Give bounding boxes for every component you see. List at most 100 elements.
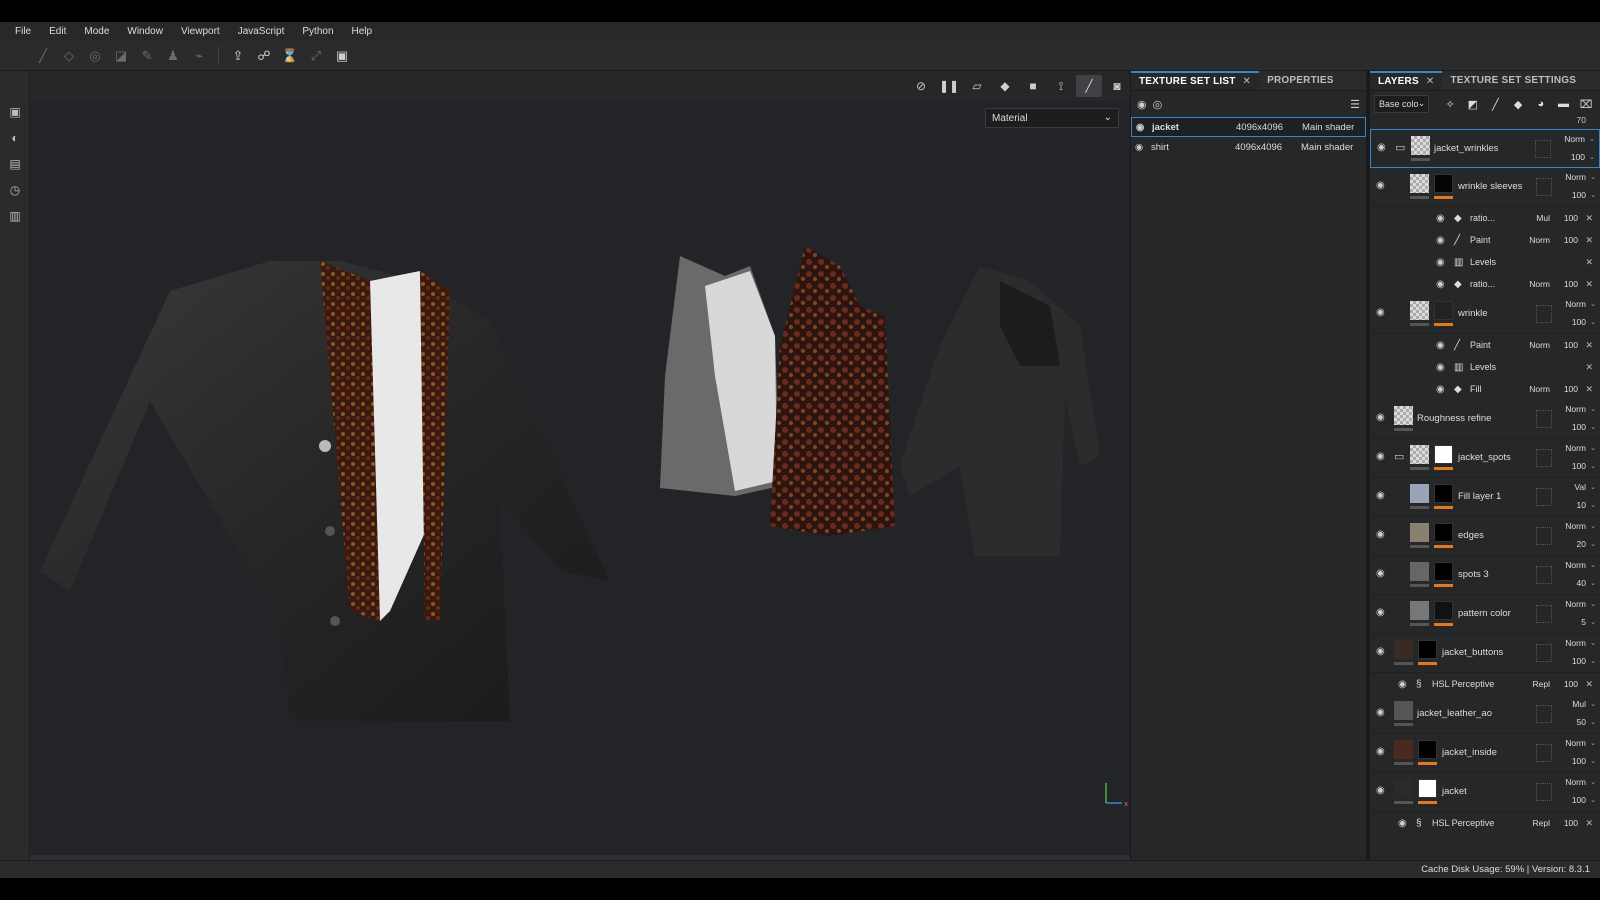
layer-row[interactable]: ◉ spots 3 Norm ⌄ 40 ⌄ xyxy=(1370,556,1600,595)
menu-item-javascript[interactable]: JavaScript xyxy=(229,26,294,37)
mask-thumbnail[interactable] xyxy=(1434,601,1453,620)
effect-opacity[interactable]: 100 xyxy=(1564,340,1578,350)
menu-item-python[interactable]: Python xyxy=(293,26,342,37)
layer-blend-mode[interactable]: Val xyxy=(1574,482,1586,492)
mask-thumbnail[interactable] xyxy=(1418,740,1437,759)
iray-icon[interactable]: ⤢ xyxy=(303,45,329,67)
eye-icon[interactable]: ◎ xyxy=(1153,98,1163,111)
close-icon[interactable]: ✕ xyxy=(1585,235,1593,246)
eye-icon[interactable]: ◉ xyxy=(1436,279,1445,290)
eye-icon[interactable]: ◉ xyxy=(1376,707,1385,718)
layer-blend-mode[interactable]: Norm xyxy=(1565,599,1586,609)
history-icon[interactable]: ◷ xyxy=(0,177,30,203)
shirt-model[interactable] xyxy=(655,256,785,506)
cube-icon[interactable]: ◆ xyxy=(992,75,1018,97)
layer-opacity[interactable]: 100 xyxy=(1572,190,1586,200)
effect-opacity[interactable]: 100 xyxy=(1564,235,1578,245)
tab-properties[interactable]: PROPERTIES xyxy=(1259,71,1341,90)
effect-row[interactable]: ◉ § HSL Perceptive Repl 100 ✕ xyxy=(1370,673,1600,695)
effect-opacity[interactable]: 100 xyxy=(1564,679,1578,689)
hide-icon[interactable]: ⊘ xyxy=(908,75,934,97)
eye-icon[interactable]: ◉ xyxy=(1376,785,1385,796)
layer-row[interactable]: ◉ edges Norm ⌄ 20 ⌄ xyxy=(1370,517,1600,556)
eye-icon[interactable]: ◉ xyxy=(1398,818,1407,829)
mask-thumbnail[interactable] xyxy=(1434,562,1453,581)
effect-opacity[interactable]: 100 xyxy=(1564,279,1578,289)
close-icon[interactable]: ✕ xyxy=(1585,679,1593,690)
menu-item-mode[interactable]: Mode xyxy=(75,26,118,37)
menu-icon[interactable]: ☰ xyxy=(1350,98,1360,111)
layer-opacity[interactable]: 10 xyxy=(1577,500,1586,510)
layer-opacity[interactable]: 40 xyxy=(1577,578,1586,588)
layer-blend-mode[interactable]: Norm xyxy=(1564,134,1585,144)
eye-icon[interactable]: ◉ xyxy=(1376,529,1385,540)
eye-icon[interactable]: ◉ xyxy=(1436,384,1445,395)
mask-thumbnail[interactable] xyxy=(1418,640,1437,659)
effect-blend-mode[interactable]: Norm xyxy=(1529,340,1550,350)
layer-opacity[interactable]: 5 xyxy=(1581,617,1586,627)
layer-row[interactable]: ◉ pattern color Norm ⌄ 5 ⌄ xyxy=(1370,595,1600,634)
viewport-mode-select[interactable]: Material ⌄ xyxy=(985,108,1119,128)
screenshot-icon[interactable]: ◙ xyxy=(1104,75,1130,97)
assets-icon[interactable]: ▤ xyxy=(0,151,30,177)
jacket-model[interactable] xyxy=(40,201,620,721)
effect-row[interactable]: ◉ ◆ Fill Norm 100 ✕ xyxy=(1370,378,1600,400)
layer-opacity[interactable]: 100 xyxy=(1571,152,1585,162)
effect-blend-mode[interactable]: Repl xyxy=(1533,818,1550,828)
smudge-icon[interactable]: ✎ xyxy=(134,45,160,67)
channel-select[interactable]: Base colo ⌄ xyxy=(1374,95,1430,113)
vest-model[interactable] xyxy=(770,246,900,546)
layer-blend-mode[interactable]: Norm xyxy=(1565,443,1586,453)
effect-row[interactable]: ◉ ╱ Paint Norm 100 ✕ xyxy=(1370,229,1600,251)
texture-set-shader[interactable]: Main shader xyxy=(1301,142,1353,153)
mask-thumbnail[interactable] xyxy=(1418,779,1437,798)
menu-item-window[interactable]: Window xyxy=(118,26,172,37)
layer-row[interactable]: ◉ wrinkle Norm ⌄ 100 ⌄ xyxy=(1370,295,1600,334)
display-settings-icon[interactable]: ▣ xyxy=(0,99,30,125)
export-icon[interactable]: ⇪ xyxy=(225,45,251,67)
polygon-fill-icon[interactable]: ◪ xyxy=(108,45,134,67)
effect-opacity[interactable]: 100 xyxy=(1564,384,1578,394)
effect-row[interactable]: ◉ ◆ ratio... Norm 100 ✕ xyxy=(1370,273,1600,295)
eye-icon[interactable]: ◉ xyxy=(1136,122,1152,133)
layer-opacity[interactable]: 20 xyxy=(1577,539,1586,549)
tab-layers[interactable]: LAYERS ✕ xyxy=(1370,71,1443,90)
menu-item-file[interactable]: File xyxy=(6,26,40,37)
layer-row[interactable]: ◉ jacket_buttons Norm ⌄ 100 ⌄ xyxy=(1370,634,1600,673)
mask-thumbnail[interactable] xyxy=(1434,445,1453,464)
log-icon[interactable]: ▥ xyxy=(0,203,30,229)
effect-blend-mode[interactable]: Norm xyxy=(1529,279,1550,289)
layer-opacity[interactable]: 50 xyxy=(1577,717,1586,727)
eye-icon[interactable]: ◉ xyxy=(1376,412,1385,423)
add-smart-material-icon[interactable]: ◕ xyxy=(1531,94,1551,114)
mask-thumbnail[interactable] xyxy=(1434,301,1453,320)
close-icon[interactable]: ✕ xyxy=(1585,384,1593,395)
layer-blend-mode[interactable]: Norm xyxy=(1565,299,1586,309)
layer-opacity[interactable]: 100 xyxy=(1572,656,1586,666)
frame-icon[interactable]: ▱ xyxy=(964,75,990,97)
eye-icon[interactable]: ◉ xyxy=(1376,451,1385,462)
close-icon[interactable]: ✕ xyxy=(1585,818,1593,829)
layer-row[interactable]: ◉ jacket_inside Norm ⌄ 100 ⌄ xyxy=(1370,734,1600,773)
effect-blend-mode[interactable]: Mul xyxy=(1536,213,1550,223)
eye-icon[interactable]: ◉ xyxy=(1377,142,1386,153)
eye-icon[interactable]: ◉ xyxy=(1436,213,1445,224)
layer-row[interactable]: ◉ Fill layer 1 Val ⌄ 10 ⌄ xyxy=(1370,478,1600,517)
symmetry-icon[interactable]: ⟟ xyxy=(1048,75,1074,97)
layer-blend-mode[interactable]: Norm xyxy=(1565,404,1586,414)
effect-blend-mode[interactable]: Norm xyxy=(1529,384,1550,394)
tab-texture-set-list[interactable]: TEXTURE SET LIST ✕ xyxy=(1131,71,1260,90)
eraser-icon[interactable]: ◇ xyxy=(56,45,82,67)
eye-icon[interactable]: ◉ xyxy=(1436,257,1445,268)
add-folder-icon[interactable]: ▬ xyxy=(1554,94,1574,114)
layer-opacity[interactable]: 100 xyxy=(1572,461,1586,471)
effect-row[interactable]: ◉ ▥ Levels ✕ xyxy=(1370,251,1600,273)
close-icon[interactable]: ✕ xyxy=(1585,213,1593,224)
add-paint-layer-icon[interactable]: ╱ xyxy=(1486,94,1506,114)
layer-blend-mode[interactable]: Norm xyxy=(1565,738,1586,748)
jacket-back-model[interactable] xyxy=(900,266,1100,566)
layer-blend-mode[interactable]: Norm xyxy=(1565,777,1586,787)
projection-icon[interactable]: ◎ xyxy=(82,45,108,67)
delete-icon[interactable]: ⌧ xyxy=(1576,94,1596,114)
eye-icon[interactable]: ◉ xyxy=(1376,607,1385,618)
